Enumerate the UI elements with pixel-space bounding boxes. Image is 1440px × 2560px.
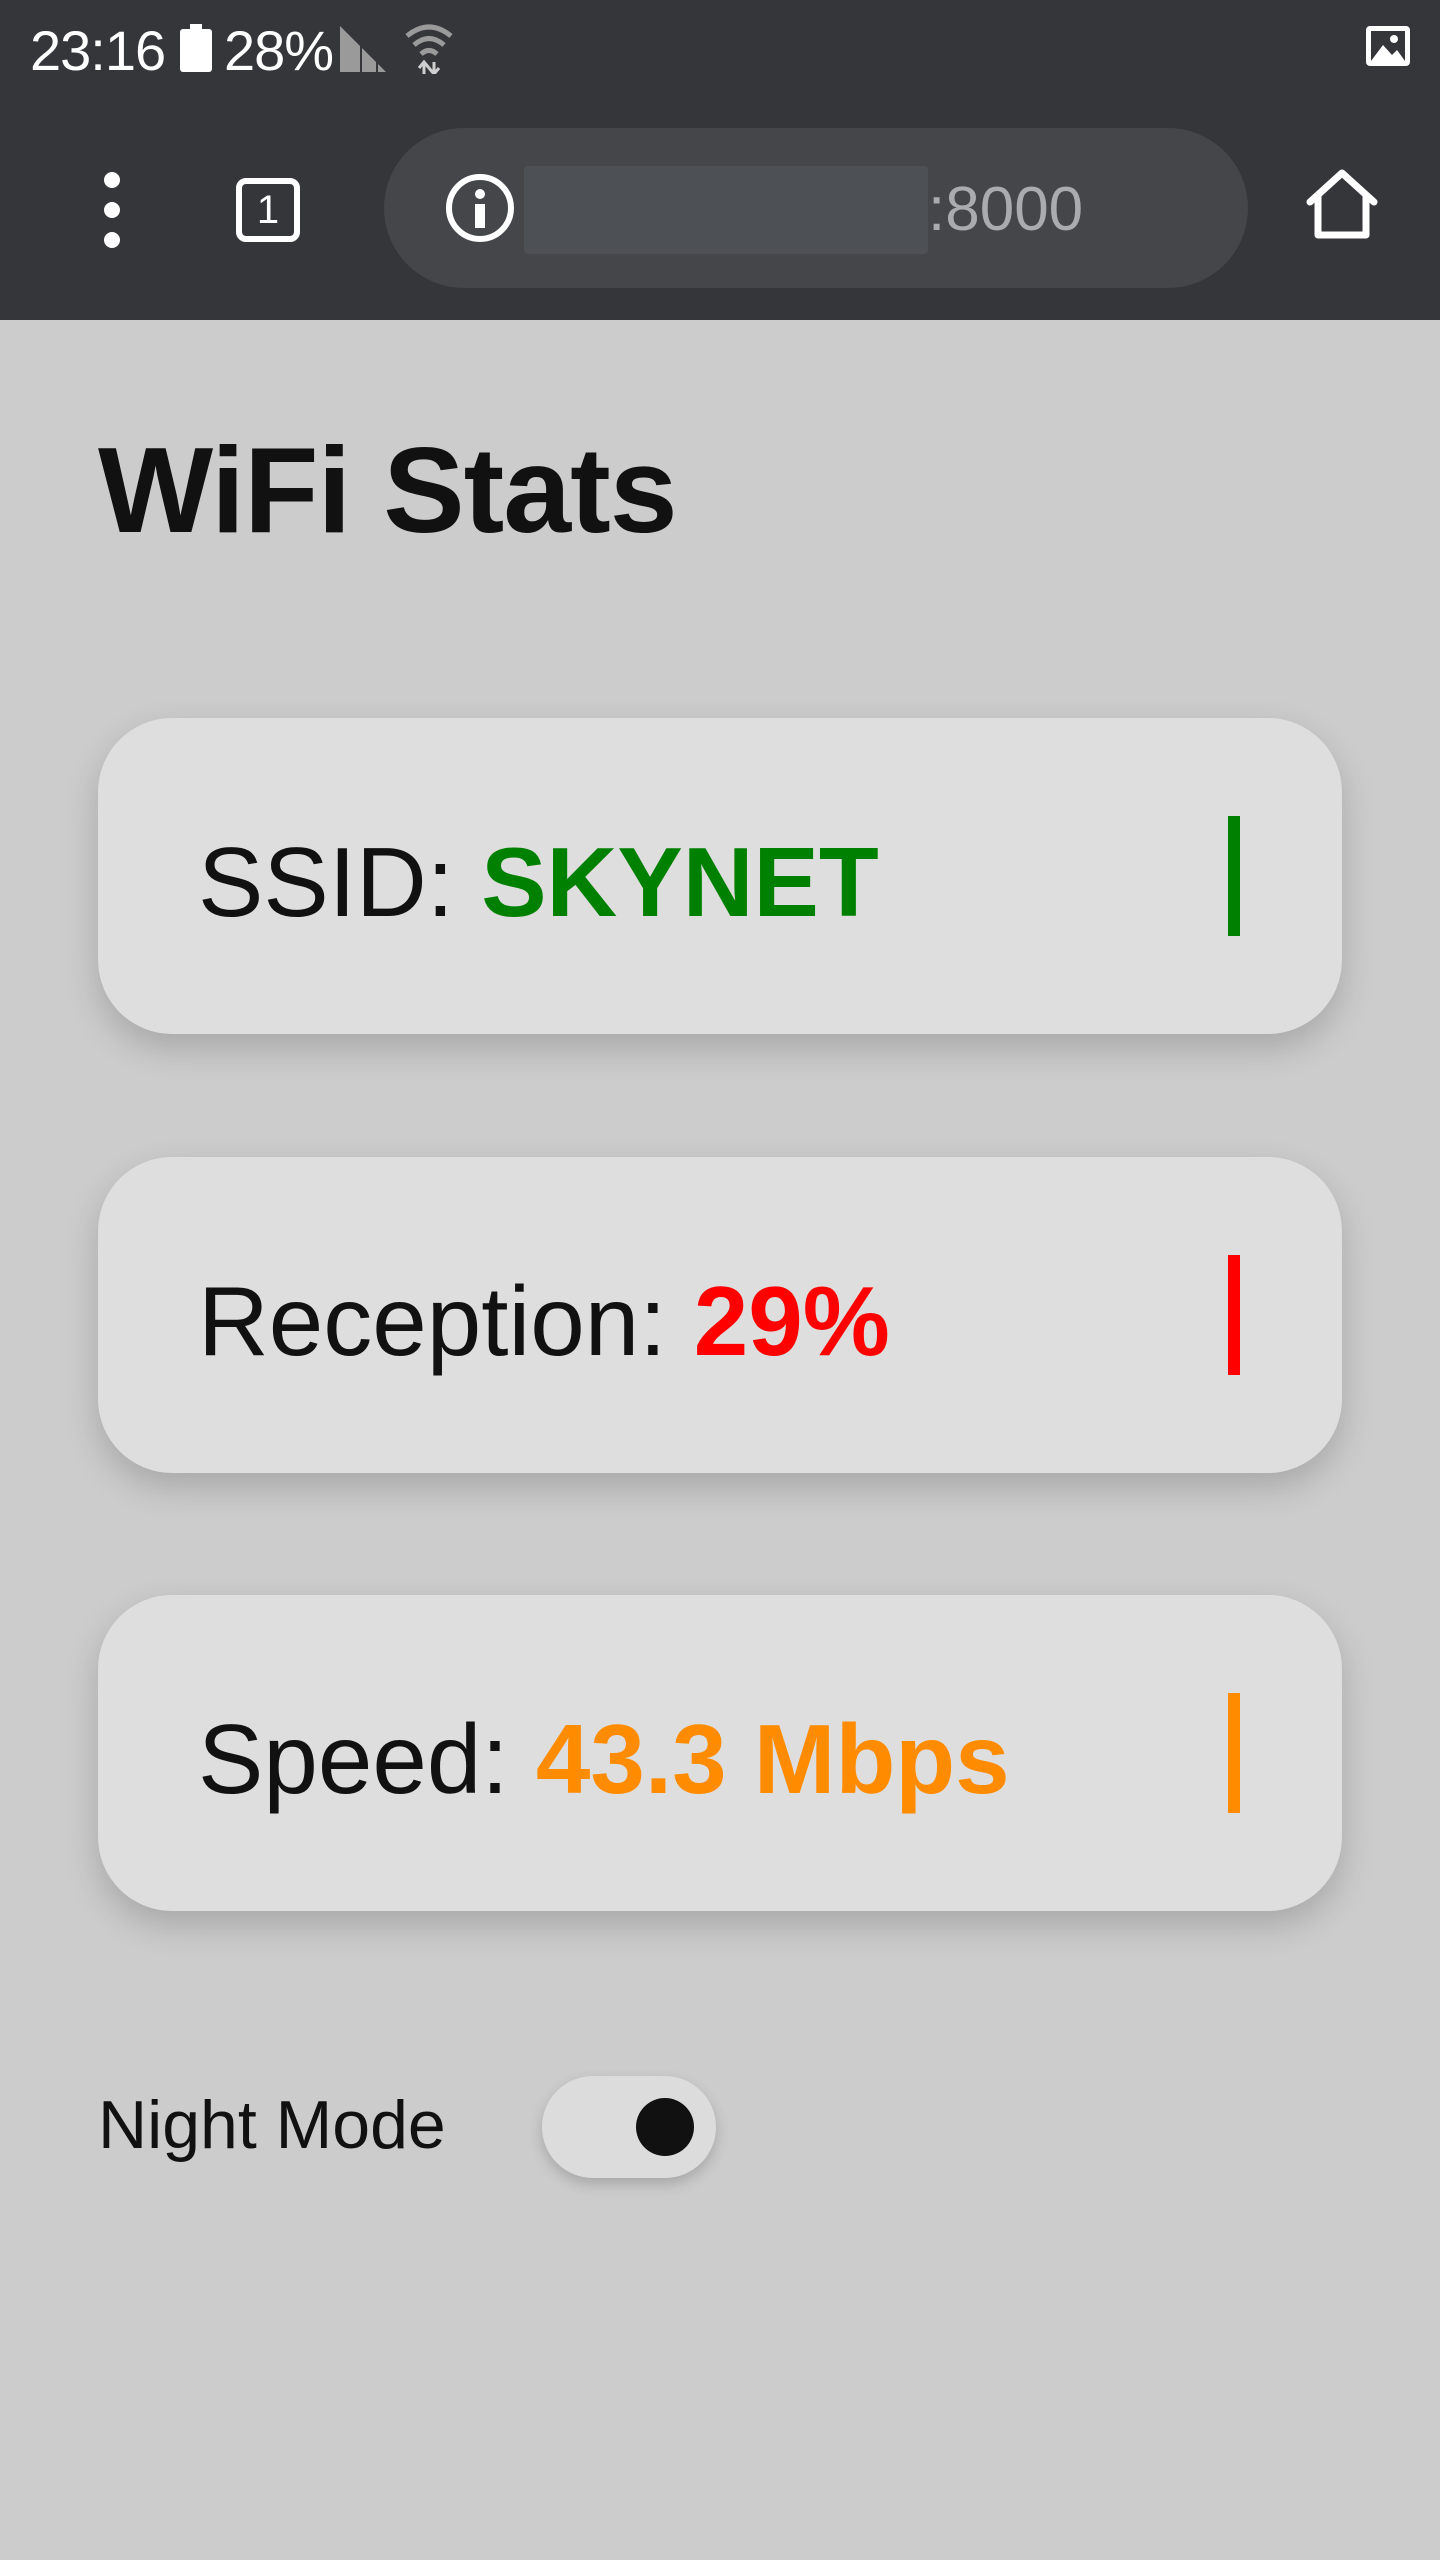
speed-value: 43.3 Mbps: [535, 1704, 1010, 1814]
reception-label: Reception:: [198, 1266, 694, 1376]
more-vert-icon[interactable]: [96, 172, 128, 248]
night-mode-label: Night Mode: [98, 2087, 446, 2163]
reception-text: Reception: 29%: [198, 1265, 890, 1378]
night-mode-toggle[interactable]: [542, 2076, 716, 2178]
tab-switcher-button[interactable]: 1: [236, 178, 300, 242]
reception-value: 29%: [693, 1266, 890, 1376]
ssid-status-bar: [1228, 816, 1240, 936]
ssid-card: SSID: SKYNET: [98, 718, 1342, 1034]
ssid-label: SSID:: [198, 827, 482, 937]
speed-label: Speed:: [198, 1704, 536, 1814]
page-title: WiFi Stats: [98, 422, 678, 558]
ssid-value: SKYNET: [481, 827, 879, 937]
battery-icon: [180, 24, 212, 72]
url-bar[interactable]: :8000: [384, 128, 1248, 288]
cell-signal-icon: [340, 26, 386, 72]
reception-status-bar: [1228, 1255, 1240, 1375]
url-text: :8000: [928, 175, 1084, 244]
url-redacted-mask: [524, 166, 928, 254]
ssid-text: SSID: SKYNET: [198, 826, 879, 939]
wifi-icon: [405, 24, 453, 74]
battery-percent: 28%: [224, 19, 334, 82]
info-icon[interactable]: [446, 174, 514, 242]
speed-status-bar: [1228, 1693, 1240, 1813]
toggle-knob: [636, 2098, 694, 2156]
status-bar: 23:16 28%: [0, 0, 1440, 100]
image-icon: [1366, 26, 1410, 66]
status-time: 23:16: [30, 19, 166, 82]
browser-toolbar: 1 :8000: [0, 100, 1440, 320]
reception-card: Reception: 29%: [98, 1157, 1342, 1473]
speed-card: Speed: 43.3 Mbps: [98, 1595, 1342, 1911]
speed-text: Speed: 43.3 Mbps: [198, 1703, 1010, 1816]
home-icon[interactable]: [1304, 168, 1380, 240]
